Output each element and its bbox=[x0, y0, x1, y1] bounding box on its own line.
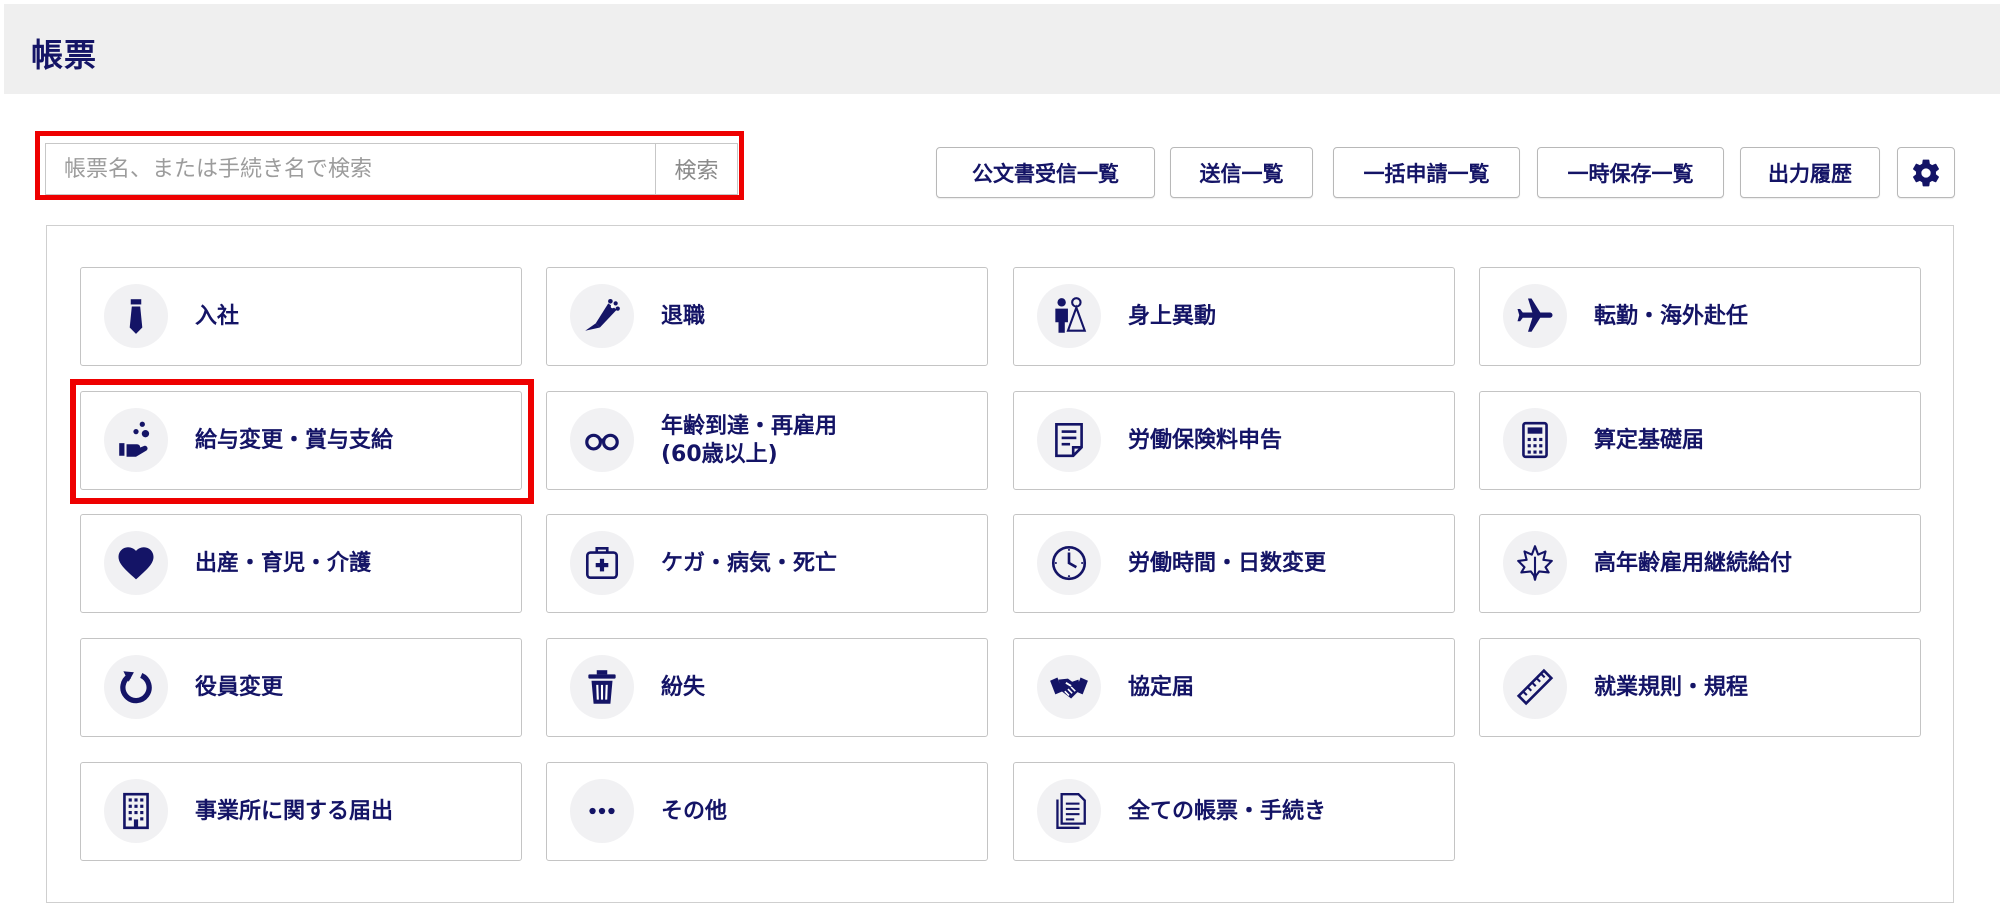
document-icon bbox=[1055, 422, 1083, 458]
search-button[interactable]: 検索 bbox=[655, 144, 737, 194]
sent-list-button[interactable]: 送信一覧 bbox=[1170, 147, 1313, 198]
heart-icon bbox=[118, 547, 154, 580]
tile-konenrei-koyo[interactable]: 高年齢雇用継続給付 bbox=[1479, 514, 1921, 613]
settings-button[interactable] bbox=[1897, 147, 1955, 198]
tile-highlight-frame bbox=[70, 379, 534, 504]
tile-sonota[interactable]: その他 bbox=[546, 762, 988, 861]
tile-shugyo-kisoku[interactable]: 就業規則・規程 bbox=[1479, 638, 1921, 737]
tile-tenkin[interactable]: 転勤・海外赴任 bbox=[1479, 267, 1921, 366]
building-icon bbox=[123, 792, 149, 830]
search-box: 検索 bbox=[45, 143, 738, 195]
tile-rodo-jikan[interactable]: 労働時間・日数変更 bbox=[1013, 514, 1455, 613]
handshake-icon bbox=[1050, 677, 1088, 699]
page-title: 帳票 bbox=[31, 36, 98, 74]
first-aid-kit-icon bbox=[585, 546, 619, 580]
tile-label: 労働時間・日数変更 bbox=[1128, 550, 1327, 576]
search-input[interactable] bbox=[46, 144, 655, 194]
tile-funshitsu[interactable]: 紛失 bbox=[546, 638, 988, 737]
tile-shussan-ikuji[interactable]: 出産・育児・介護 bbox=[80, 514, 522, 613]
tile-label: 役員変更 bbox=[195, 674, 284, 700]
tile-label: その他 bbox=[661, 798, 728, 824]
tile-taishoku[interactable]: 退職 bbox=[546, 267, 988, 366]
tile-kega-byoki[interactable]: ケガ・病気・死亡 bbox=[546, 514, 988, 613]
refresh-icon bbox=[120, 671, 152, 704]
received-documents-list-button[interactable]: 公文書受信一覧 bbox=[936, 147, 1155, 198]
couple-icon bbox=[1055, 297, 1087, 333]
tile-label: 紛失 bbox=[661, 674, 706, 700]
tile-nenrei-totatsu[interactable]: 年齢到達・再雇用 (60歳以上) bbox=[546, 391, 988, 490]
trash-icon bbox=[588, 670, 616, 704]
tile-label: 事業所に関する届出 bbox=[195, 798, 394, 824]
tile-label: ケガ・病気・死亡 bbox=[661, 550, 838, 576]
tile-label: 就業規則・規程 bbox=[1594, 674, 1749, 700]
necktie-icon bbox=[129, 299, 143, 334]
tile-shinjo-ido[interactable]: 身上異動 bbox=[1013, 267, 1455, 366]
tile-label: 入社 bbox=[195, 303, 240, 329]
tile-rodo-hokenryo[interactable]: 労働保険料申告 bbox=[1013, 391, 1455, 490]
more-dots-icon bbox=[589, 807, 615, 815]
tile-label: 算定基礎届 bbox=[1594, 427, 1705, 453]
ruler-icon bbox=[1516, 668, 1554, 706]
gear-icon bbox=[1913, 159, 1939, 186]
tile-label: 協定届 bbox=[1128, 674, 1195, 700]
tile-label: 労働保険料申告 bbox=[1128, 427, 1283, 453]
draft-list-button[interactable]: 一時保存一覧 bbox=[1537, 147, 1724, 198]
glasses-icon bbox=[585, 433, 619, 451]
tile-label: 全ての帳票・手続き bbox=[1128, 798, 1327, 824]
tile-label: 身上異動 bbox=[1128, 303, 1217, 329]
bouquet-icon bbox=[585, 298, 620, 331]
documents-icon bbox=[1056, 793, 1086, 829]
bulk-application-list-button[interactable]: 一括申請一覧 bbox=[1333, 147, 1520, 198]
page-header: 帳票 bbox=[4, 4, 2000, 94]
airplane-icon bbox=[1517, 298, 1553, 332]
tile-label: 転勤・海外赴任 bbox=[1594, 303, 1749, 329]
tile-kyotei-todoke[interactable]: 協定届 bbox=[1013, 638, 1455, 737]
tile-santei-kiso[interactable]: 算定基礎届 bbox=[1479, 391, 1921, 490]
calculator-icon bbox=[1522, 421, 1548, 459]
clock-icon bbox=[1051, 545, 1087, 581]
tile-subete[interactable]: 全ての帳票・手続き bbox=[1013, 762, 1455, 861]
tile-jigyosho[interactable]: 事業所に関する届出 bbox=[80, 762, 522, 861]
tile-label: 年齢到達・再雇用 (60歳以上) bbox=[661, 414, 838, 467]
tile-yakuin-henko[interactable]: 役員変更 bbox=[80, 638, 522, 737]
tile-nyusha[interactable]: 入社 bbox=[80, 267, 522, 366]
tile-label: 高年齢雇用継続給付 bbox=[1594, 550, 1793, 576]
maple-leaf-icon bbox=[1517, 545, 1553, 581]
output-history-button[interactable]: 出力履歴 bbox=[1740, 147, 1880, 198]
tile-label: 退職 bbox=[661, 303, 706, 329]
tile-label: 出産・育児・介護 bbox=[195, 550, 372, 576]
